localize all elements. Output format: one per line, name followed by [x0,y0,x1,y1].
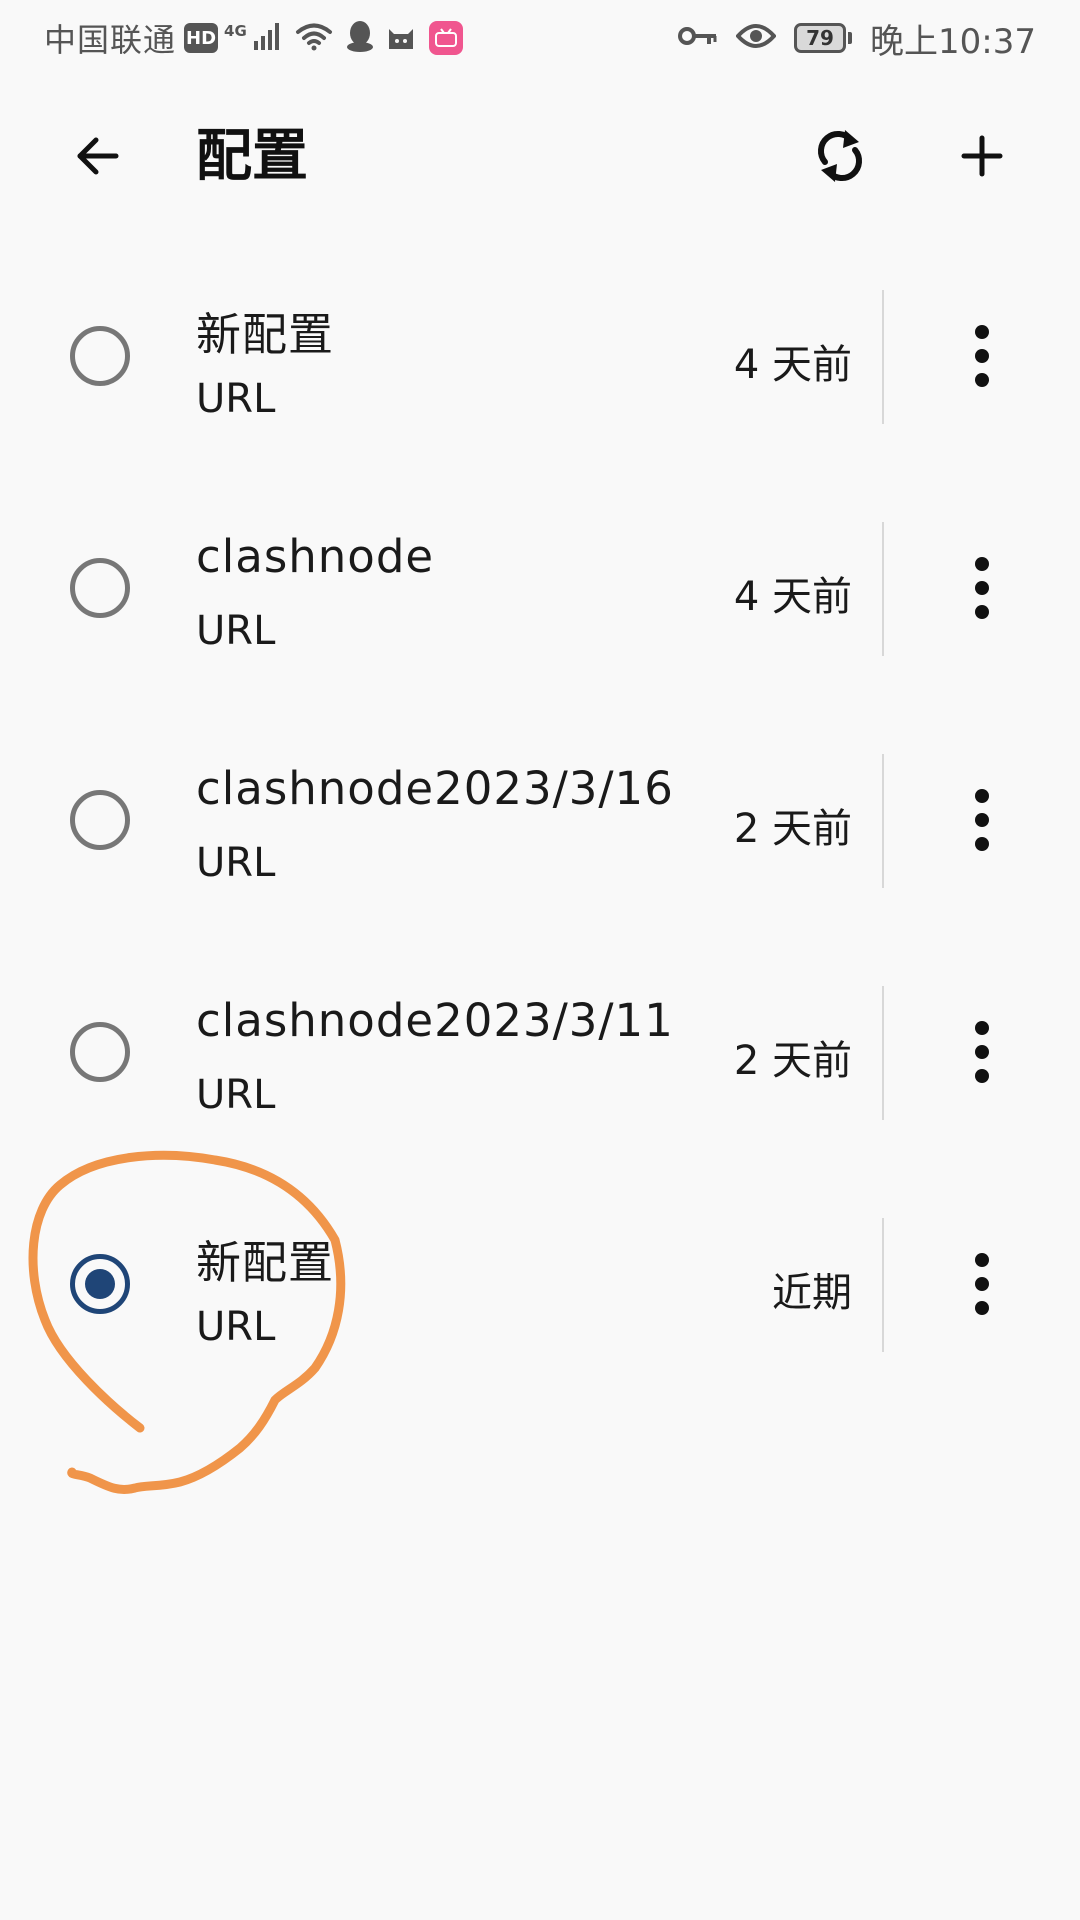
carrier-name: 中国联通 [44,21,177,59]
updated-time: 4 天前 [733,342,852,388]
radio-button[interactable] [70,790,130,850]
profile-row[interactable]: clashnode2023/3/11 URL 2 天前 [0,936,1080,1168]
profile-name: 新配置 [196,1236,335,1289]
more-vert-icon [975,1253,989,1315]
profile-type: URL [196,1072,276,1118]
more-options-button[interactable] [942,1244,1022,1324]
more-vert-icon [975,1021,989,1083]
profile-row[interactable]: 新配置 URL 4 天前 [0,240,1080,472]
radio-button[interactable] [70,1022,130,1082]
signal-icon [253,21,283,55]
profile-row[interactable]: clashnode2023/3/16 URL 2 天前 [0,704,1080,936]
qq-icon [345,19,375,57]
divider [882,522,884,656]
bilibili-icon [428,21,463,55]
profile-type: URL [196,376,276,422]
profile-type: URL [196,840,276,886]
more-options-button[interactable] [942,316,1022,396]
arrow-left-icon [77,137,119,175]
divider [882,986,884,1120]
updated-time: 2 天前 [733,1038,852,1084]
plus-icon [961,135,1003,177]
more-options-button[interactable] [942,1012,1022,1092]
battery-icon: 79 [794,23,853,53]
profile-row[interactable]: 新配置 URL 近期 [0,1168,1080,1400]
status-bar-left: 中国联通 HD 4G [44,14,463,62]
divider [882,754,884,888]
radio-button[interactable] [70,558,130,618]
more-options-button[interactable] [942,548,1022,628]
hd-badge: HD [184,23,219,53]
more-vert-icon [975,789,989,851]
radio-button[interactable] [70,1254,130,1314]
refresh-icon [818,130,862,182]
radio-button[interactable] [70,326,130,386]
updated-time: 2 天前 [733,806,852,852]
profile-type: URL [196,608,276,654]
add-button[interactable] [942,116,1022,196]
profile-type: URL [196,1304,276,1350]
key-icon [678,24,718,52]
profile-name: clashnode2023/3/11 [196,994,674,1047]
page-title: 配置 [196,124,308,189]
profile-list: 新配置 URL 4 天前 clashnode URL 4 天前 clashnod… [0,240,1080,1400]
refresh-button[interactable] [800,116,880,196]
network-type: 4G [224,21,247,40]
wifi-icon [295,21,333,55]
profile-name: clashnode [196,530,435,583]
eye-icon [735,22,777,54]
more-vert-icon [975,557,989,619]
app-bar: 配置 [0,76,1080,236]
cat-app-icon [385,21,417,55]
more-options-button[interactable] [942,780,1022,860]
updated-time: 4 天前 [733,574,852,620]
status-bar: 中国联通 HD 4G 79 晚上10:37 [0,0,1080,76]
divider [882,1218,884,1352]
status-clock: 晚上10:37 [870,21,1036,62]
status-bar-right: 79 晚上10:37 [678,14,1036,62]
updated-time: 近期 [772,1270,852,1316]
divider [882,290,884,424]
profile-row[interactable]: clashnode URL 4 天前 [0,472,1080,704]
battery-level: 79 [794,23,847,53]
back-button[interactable] [58,116,138,196]
more-vert-icon [975,325,989,387]
profile-name: 新配置 [196,308,335,361]
profile-name: clashnode2023/3/16 [196,762,674,815]
